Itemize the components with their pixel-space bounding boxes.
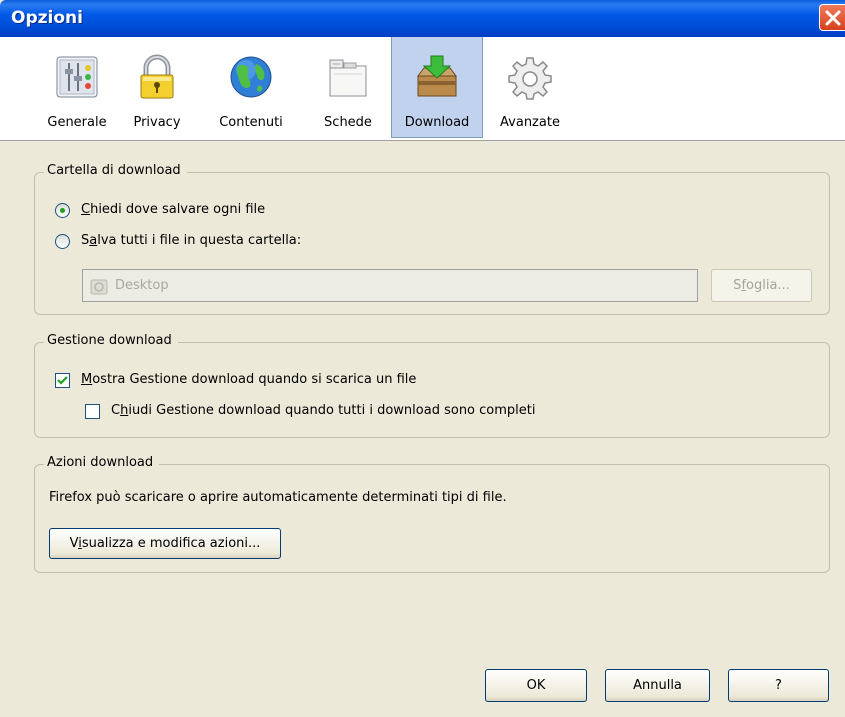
ask-where-label: hiedi dove salvare ogni file [90, 202, 266, 217]
globe-icon [230, 56, 272, 98]
download-folder-group: Cartella di download Chiedi dove salvare… [34, 163, 830, 315]
tab-contenuti[interactable]: Contenuti [213, 37, 289, 138]
tab-avanzate[interactable]: Avanzate [497, 37, 563, 138]
group-legend: Gestione download [44, 333, 178, 348]
download-folder-field[interactable]: Desktop [82, 269, 698, 302]
download-box-icon [417, 55, 457, 97]
close-button[interactable] [819, 4, 845, 31]
label-prefix: V [69, 536, 79, 551]
gear-icon [508, 57, 552, 100]
tab-privacy[interactable]: Privacy [127, 37, 187, 138]
help-button[interactable]: ? [728, 669, 829, 702]
tab-label: Privacy [133, 115, 181, 130]
show-manager-checkbox[interactable] [55, 373, 70, 388]
padlock-icon [140, 54, 174, 99]
group-legend: Cartella di download [44, 163, 187, 178]
general-settings-icon [56, 56, 98, 98]
actions-description: Firefox può scaricare o aprire automatic… [49, 490, 507, 505]
show-manager-label: ostra Gestione download quando si scaric… [92, 372, 417, 387]
view-edit-actions-label: sualizza e modifica azioni... [81, 536, 261, 551]
browse-button[interactable]: Sfoglia... [711, 269, 812, 302]
window-title: Opzioni [11, 8, 83, 28]
group-legend: Azioni download [44, 455, 160, 470]
tabs-window-icon [329, 59, 367, 97]
ask-where-radio[interactable] [55, 203, 70, 218]
save-to-folder-radio[interactable] [55, 234, 70, 249]
title-bar[interactable]: Opzioni [0, 0, 845, 37]
close-manager-label: iudi Gestione download quando tutti i do… [128, 403, 536, 418]
close-manager-checkbox[interactable] [85, 404, 100, 419]
view-edit-actions-button[interactable]: Visualizza e modifica azioni... [49, 528, 281, 559]
checkmark-icon [57, 376, 68, 385]
tab-download[interactable]: Download [391, 37, 483, 138]
folder-value: Desktop [115, 278, 169, 293]
save-to-folder-label: lva tutti i file in questa cartella: [97, 233, 302, 248]
label-prefix: C [111, 403, 121, 418]
tab-label: Contenuti [219, 115, 283, 130]
folder-icon [90, 279, 108, 295]
accel-key: C [81, 202, 91, 217]
tab-label: Avanzate [500, 115, 560, 130]
download-manager-group: Gestione download Mostra Gestione downlo… [34, 333, 830, 438]
ok-button[interactable]: OK [485, 669, 587, 702]
download-actions-group: Azioni download Firefox può scaricare o … [34, 455, 830, 573]
pane-toolbar: Generale Privacy Contenuti Schede Downlo… [0, 37, 845, 141]
tab-label: Download [404, 115, 470, 130]
browse-button-label: oglia... [746, 278, 790, 293]
tab-schede[interactable]: Schede [313, 37, 383, 138]
accel-key: M [81, 372, 93, 387]
tab-label: Schede [324, 115, 372, 130]
tab-generale[interactable]: Generale [33, 37, 121, 138]
cancel-button[interactable]: Annulla [605, 669, 710, 702]
radio-selected-dot [60, 208, 65, 213]
close-icon [825, 10, 841, 26]
tab-label: Generale [47, 115, 107, 130]
options-dialog: Opzioni Generale Privacy Contenuti Sched… [0, 0, 845, 717]
